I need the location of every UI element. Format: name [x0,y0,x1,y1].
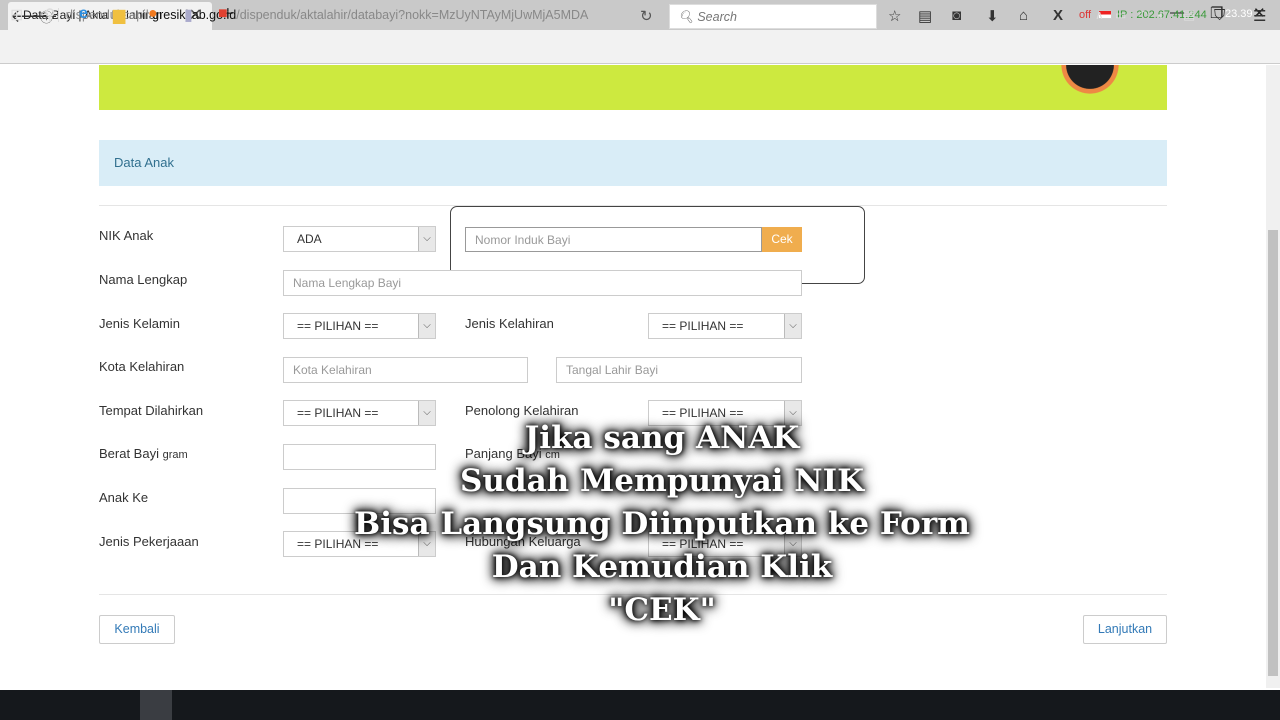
extension-x-icon[interactable]: X [1053,7,1063,24]
app-icon[interactable]: ■ [218,5,228,23]
pekerjaan-label: Jenis Pekerjaaan [99,534,199,549]
video-caption: Jika sang ANAK Sudah Mempunyai NIK Bisa … [300,417,1024,632]
berat-text: Berat Bayi [99,446,159,461]
edge-icon[interactable]: e [79,5,88,23]
menu-icon[interactable]: ☰ [1253,7,1266,25]
windows-start-icon[interactable]: ⊞ [10,5,23,25]
tanggal-placeholder: Tangal Lahir Bayi [566,363,659,377]
active-app-highlight [140,690,172,720]
chevron-up-icon[interactable]: ∧ [1095,8,1104,22]
firefox-icon[interactable]: ● [148,5,158,23]
clock[interactable]: 23.39 [1225,8,1253,20]
taskbar [0,690,1280,720]
panel-title: Data Anak [114,155,174,170]
bookmark-star-icon[interactable]: ☆ [888,7,901,25]
berat-label: Berat Bayi gram [99,446,188,461]
kota-label: Kota Kelahiran [99,359,185,374]
battery-icon[interactable]: ▭ [1115,8,1126,22]
caption-line: Dan Kemudian Klik [491,549,833,585]
reading-list-icon[interactable]: ▤ [918,7,932,25]
tempat-label: Tempat Dilahirkan [99,403,204,418]
nama-label: Nama Lengkap [99,272,188,287]
reload-icon[interactable]: ↻ [640,7,653,25]
wifi-icon[interactable]: ◠ [1138,8,1148,22]
nama-placeholder: Nama Lengkap Bayi [293,276,402,290]
penolong-label: Penolong Kelahiran [465,403,579,418]
lanjutkan-button[interactable]: Lanjutkan [1083,615,1167,644]
kota-placeholder: Kota Kelahiran [293,363,372,377]
header-banner [99,65,1167,110]
chevron-down-icon: ⌵ [418,227,435,251]
proxy-status[interactable]: off [1079,9,1091,21]
cek-button[interactable]: Cek [762,227,802,252]
tanggal-lahir-input[interactable]: Tangal Lahir Bayi [556,357,802,383]
caption-line: "CEK" [608,592,716,628]
caption-line: Bisa Langsung Diinputkan ke Form [354,506,970,542]
search-input[interactable]: 🔍︎ Search [669,4,877,29]
scrollbar-thumb[interactable] [1268,230,1278,676]
home-icon[interactable]: ⌂ [1019,7,1028,24]
nik-select[interactable]: ADA ⌵ [283,226,436,252]
nav-bar [0,30,1280,64]
volume-icon[interactable]: 🔈︎ [1158,8,1165,23]
shield-icon[interactable]: ⛉ [1214,7,1225,24]
anak-ke-label: Anak Ke [99,490,149,505]
nama-input[interactable]: Nama Lengkap Bayi [283,270,802,296]
download-icon[interactable]: ⬇ [986,7,999,25]
url-path: /dispenduk/aktalahir/databayi?nokk=MzUyN… [236,8,589,22]
notification-icon[interactable]: ▤ [1183,7,1195,23]
nik-label: NIK Anak [99,228,154,243]
jenis-kelahiran-label: Jenis Kelahiran [465,316,554,331]
select-value: == PILIHAN == [297,319,379,333]
jenis-kelahiran-select[interactable]: == PILIHAN == ⌵ [648,313,802,339]
kembali-button[interactable]: Kembali [99,615,175,644]
pocket-icon[interactable]: ◙ [952,7,961,24]
berat-unit: gram [162,449,188,461]
search-icon[interactable]: ⚲ [44,5,56,25]
nik-select-value: ADA [297,232,322,246]
search-placeholder: Search [697,10,737,24]
file-explorer-icon[interactable]: ▆ [113,5,125,25]
notepad-icon[interactable]: ▮ [184,5,193,25]
chevron-down-icon: ⌵ [418,314,435,338]
caption-line: Sudah Mempunyai NIK [459,463,865,499]
kota-input[interactable]: Kota Kelahiran [283,357,528,383]
nik-input[interactable]: Nomor Induk Bayi [465,227,762,252]
panel-heading: Data Anak [99,140,1167,186]
jenis-kelamin-label: Jenis Kelamin [99,316,180,331]
nik-placeholder: Nomor Induk Bayi [475,233,571,247]
jenis-kelamin-select[interactable]: == PILIHAN == ⌵ [283,313,436,339]
chevron-down-icon: ⌵ [784,314,801,338]
select-value: == PILIHAN == [662,319,744,333]
caption-line: Jika sang ANAK [524,420,800,456]
